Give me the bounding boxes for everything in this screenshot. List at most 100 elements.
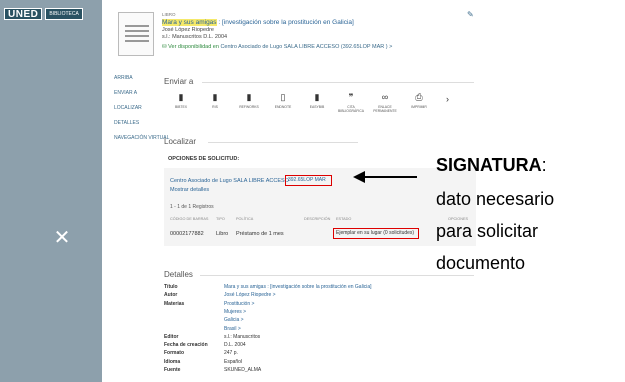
detail-key: Título [164,284,178,290]
availability-icon: ⛁ [162,44,167,50]
annotation-line-3: documento [436,253,526,273]
tool-label: RIS [212,105,218,109]
detail-value[interactable]: Mujeres > [224,309,246,315]
record-publisher: s.l.: Manuscritos D.L. 2004 [162,34,228,40]
tool-enlace[interactable]: ∞ ENLACE PERMANENTE [368,92,402,113]
detail-row: Formato 247 p. [164,350,238,357]
cell-politica: Préstamo de 1 mes [236,231,284,237]
detail-value[interactable]: Galicia > [224,317,244,323]
tool-endnote[interactable]: ▯ ENDNOTE [266,92,300,113]
chevron-right-icon: > [389,44,393,50]
options-label: OPCIONES DE SOLICITUD: [168,156,240,162]
tool-label: BIBTEX [174,105,188,109]
tool-easybib[interactable]: ▮ EASYBIB [300,92,334,113]
show-details-link[interactable]: Mostrar detalles [170,187,209,193]
divider [200,275,474,276]
detail-value: Español [224,358,243,365]
record-author: José López Riopedre [162,27,214,33]
tool-label: CITA BIBLIOGRÁFICA [337,105,364,113]
cell-barcode: 00002177882 [170,231,204,237]
tool-ris[interactable]: ▮ RIS [198,92,232,113]
tool-imprimir[interactable]: ⎙ IMPRIMIR [402,92,436,113]
send-to-toolbar: ▮ BIBTEX ▮ RIS ▮ REFWORKS ▯ ENDNOTE ▮ EASYBIB… [164,92,436,113]
col-descripcion: DESCRIPCIÓN [304,217,331,221]
record-type: LIBRO [162,12,176,17]
record-page: ARRIBA ENVIAR A LOCALIZAR DETALLES NAVEG… [102,0,625,382]
records-count: 1 - 1 de 1 Registros [170,204,214,210]
print-icon: ⎙ [415,92,423,102]
easybib-icon: ▮ [314,92,320,102]
tool-label: ENDNOTE [274,105,292,109]
detail-key: Autor [164,292,178,299]
cell-tipo: Libro [216,231,229,237]
logo-sub: BIBLIOTECA [45,8,83,20]
col-tipo: TIPO [216,217,225,221]
estado-highlight: Ejemplar en su lugar (0 solicitudes) [333,228,419,239]
enviar-title: Enviar a [164,77,194,86]
holding-library[interactable]: Centro Asociado de Lugo SALA LIBRE ACCES… [170,178,289,184]
close-icon[interactable]: ✕ [52,228,72,248]
detail-row: Editor s.l.: Manuscritos [164,334,260,341]
localizar-title: Localizar [164,137,197,146]
detail-value: 247 p. [224,350,238,357]
detail-value: s.l.: Manuscritos [224,333,261,340]
tool-bibtex[interactable]: ▮ BIBTEX [164,92,198,113]
col-barcode: CÓDIGO DE BARRAS [170,217,209,221]
detail-key: Materias [164,300,185,307]
detail-row: Galicia > [164,317,244,324]
col-politica: POLÍTICA [236,217,254,221]
annotation-signatura: SIGNATURA [436,155,542,175]
link-icon: ∞ [381,92,389,102]
signatura-highlight: 392.65LOP MAR [285,175,332,186]
detail-value[interactable]: Prostitución > [224,301,254,307]
pin-icon[interactable]: ✎ [467,10,474,19]
annotation-line-1: dato necesario [436,189,555,209]
uned-logo: UNED BIBLIOTECA [4,8,83,20]
availability-link[interactable]: Centro Asociado de Lugo SALA LIBRE ACCES… [220,44,387,50]
tool-label: IMPRIMIR [411,105,427,109]
record-title[interactable]: Mara y sus amigas : [investigación sobre… [162,19,492,26]
chevron-right-icon[interactable]: › [446,94,449,104]
bibtex-icon: ▮ [178,92,184,102]
annotation-colon: : [541,155,547,175]
detalles-title: Detalles [164,270,193,279]
quote-icon: ❞ [348,92,354,102]
detail-row: Fuente SKUNED_ALMA [164,367,261,374]
tool-label: ENLACE PERMANENTE [373,105,397,113]
detail-row: Idioma Español [164,359,242,366]
tool-label: EASYBIB [309,105,325,109]
tool-cita[interactable]: ❞ CITA BIBLIOGRÁFICA [334,92,368,113]
detail-value: SKUNED_ALMA [224,367,262,373]
endnote-icon: ▯ [280,92,286,102]
detail-row: Brasil > [164,326,241,333]
record-header: LIBRO Mara y sus amigas : [investigación… [162,12,492,50]
col-estado: ESTADO [336,217,352,221]
divider [208,142,358,143]
detail-key: Editor [164,333,179,340]
arrow-left-icon [353,171,417,183]
tool-refworks[interactable]: ▮ REFWORKS [232,92,266,113]
detail-value[interactable]: Mara y sus amigas : [investigación sobre… [224,284,372,290]
tool-label: REFWORKS [239,105,259,109]
annotation-line-2: para solicitar [436,221,539,241]
record-title-main: Mara y sus amigas [162,19,217,26]
refworks-icon: ▮ [246,92,252,102]
detail-value[interactable]: José López Riopedre > [224,292,276,298]
detail-key: Fecha de creación [164,342,208,349]
detail-row: Título Mara y sus amigas : [investigación… [164,284,372,291]
detail-key: Fuente [164,367,181,373]
book-thumbnail-icon [118,12,154,56]
divider [202,82,474,83]
overlay-panel: UNED BIBLIOTECA ✕ [0,0,102,382]
detail-key: Idioma [164,358,181,365]
detail-row: Fecha de creación D.L. 2004 [164,342,246,349]
nav-detalles[interactable]: DETALLES [114,119,174,134]
detail-row: Materias Prostitución > [164,301,254,308]
detail-row: Mujeres > [164,309,246,316]
detail-value[interactable]: Brasil > [224,326,241,332]
availability[interactable]: ⛁ Ver disponibilidad en Centro Asociado … [162,44,492,50]
record-title-rest: : [investigación sobre la prostitución e… [216,19,354,26]
detail-key: Formato [164,350,184,357]
detail-row: Autor José López Riopedre > [164,292,276,299]
detail-value: D.L. 2004 [224,342,246,349]
